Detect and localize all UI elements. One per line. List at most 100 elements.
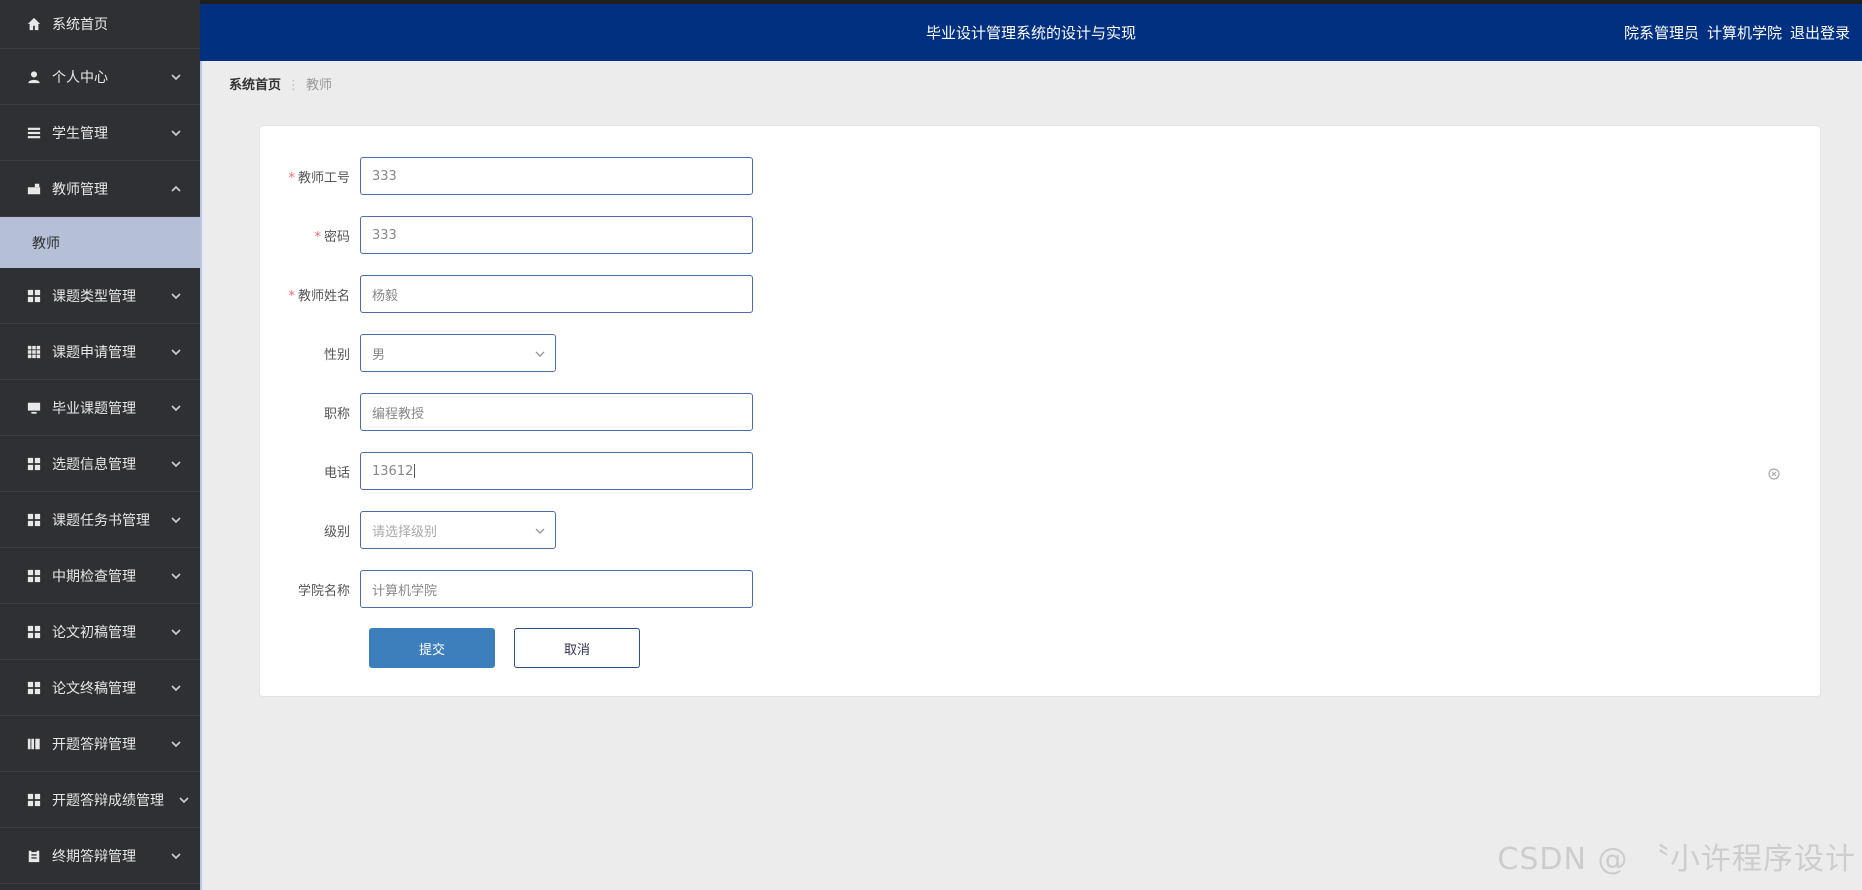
sidebar-item-label: 课题类型管理 <box>52 288 136 305</box>
level-select[interactable]: 请选择级别 <box>360 511 556 549</box>
sidebar-item-label: 学生管理 <box>52 125 108 142</box>
password-label: * 密码 <box>314 229 350 245</box>
cancel-button[interactable]: 取消 <box>514 628 640 668</box>
form-row-teacher-name: * 教师姓名 杨毅 <box>260 274 1820 314</box>
chevron-down-icon <box>170 127 182 139</box>
teacher-form-card: * 教师工号 333 * 密码 333 * 教师姓名 杨毅 性别 男 职称 编程教授 … <box>259 125 1821 697</box>
clear-icon[interactable] <box>1768 465 1780 480</box>
monitor-icon <box>26 400 42 416</box>
sidebar-item-midterm-check-management[interactable]: 中期检查管理 <box>0 548 200 604</box>
chevron-down-icon <box>535 348 545 358</box>
teacher-icon <box>26 181 42 197</box>
form-row-title: 职称 编程教授 <box>260 392 1820 432</box>
sidebar-item-home[interactable]: 系统首页 <box>0 0 200 49</box>
chevron-down-icon <box>170 682 182 694</box>
sidebar-subitem-teacher[interactable]: 教师 <box>0 217 200 268</box>
chevron-down-icon <box>170 402 182 414</box>
sidebar-item-task-book-management[interactable]: 课题任务书管理 <box>0 492 200 548</box>
form-row-gender: 性别 男 <box>260 333 1820 373</box>
level-label: 级别 <box>323 524 350 540</box>
form-row-password: * 密码 333 <box>260 215 1820 255</box>
sidebar-item-topic-type-management[interactable]: 课题类型管理 <box>0 268 200 324</box>
system-title: 毕业设计管理系统的设计与实现 <box>925 24 1136 42</box>
logout-link[interactable]: 退出登录 <box>1790 24 1850 42</box>
sidebar-item-final-draft-management[interactable]: 论文终稿管理 <box>0 660 200 716</box>
chevron-down-icon <box>170 850 182 862</box>
form-row-college: 学院名称 计算机学院 <box>260 569 1820 609</box>
sidebar-item-label: 终期答辩管理 <box>52 848 136 865</box>
sidebar-item-topic-application-management[interactable]: 课题申请管理 <box>0 324 200 380</box>
form-row-teacher-id: * 教师工号 333 <box>260 156 1820 196</box>
teacher-id-label: * 教师工号 <box>288 170 350 186</box>
book-icon <box>26 736 42 752</box>
teacher-name-input[interactable]: 杨毅 <box>360 275 753 313</box>
chevron-down-icon <box>170 514 182 526</box>
sidebar-item-label: 论文初稿管理 <box>52 624 136 641</box>
college-input[interactable]: 计算机学院 <box>360 570 753 608</box>
chevron-down-icon <box>170 458 182 470</box>
sidebar-item-label: 开题答辩成绩管理 <box>52 792 164 809</box>
sidebar-item-label: 选题信息管理 <box>52 456 136 473</box>
sidebar: 系统首页 个人中心 学生管理 教师管理 教师 课题类型管理 课题申请管理 毕业课… <box>0 0 200 890</box>
sidebar-item-label: 毕业课题管理 <box>52 400 136 417</box>
home-icon <box>26 16 42 32</box>
gender-value: 男 <box>372 347 386 363</box>
form-row-level: 级别 请选择级别 <box>260 510 1820 550</box>
sidebar-item-label: 课题申请管理 <box>52 344 136 361</box>
chevron-down-icon <box>170 738 182 750</box>
user-icon <box>26 69 42 85</box>
gender-label: 性别 <box>323 347 350 363</box>
grid-icon <box>26 288 42 304</box>
content-left-border <box>200 61 202 890</box>
phone-label: 电话 <box>323 465 350 481</box>
sidebar-item-label: 论文终稿管理 <box>52 680 136 697</box>
breadcrumb-current: 教师 <box>306 78 333 93</box>
chevron-down-icon <box>170 570 182 582</box>
top-header: 毕业设计管理系统的设计与实现 院系管理员 计算机学院 退出登录 <box>200 4 1862 61</box>
chevron-down-icon <box>170 346 182 358</box>
csdn-watermark: CSDN @ 〝小许程序设计 <box>1497 842 1856 877</box>
sidebar-item-graduation-topic-management[interactable]: 毕业课题管理 <box>0 380 200 436</box>
grid-icon <box>26 792 42 808</box>
breadcrumb: 系统首页 ⋮ 教师 <box>229 74 332 93</box>
sidebar-item-first-draft-management[interactable]: 论文初稿管理 <box>0 604 200 660</box>
user-role: 院系管理员 <box>1623 24 1699 42</box>
user-info: 院系管理员 计算机学院 退出登录 <box>1616 22 1850 43</box>
text-caret <box>414 464 416 478</box>
sidebar-item-proposal-defense-score-management[interactable]: 开题答辩成绩管理 <box>0 772 200 828</box>
level-placeholder: 请选择级别 <box>372 524 438 540</box>
title-input[interactable]: 编程教授 <box>360 393 753 431</box>
sidebar-item-label: 课题任务书管理 <box>52 512 150 529</box>
chevron-down-icon <box>178 794 190 806</box>
grid-icon <box>26 680 42 696</box>
sidebar-item-personal-center[interactable]: 个人中心 <box>0 49 200 105</box>
grid-icon <box>26 512 42 528</box>
teacher-name-label: * 教师姓名 <box>288 288 350 304</box>
grid-icon <box>26 568 42 584</box>
sidebar-item-label: 中期检查管理 <box>52 568 136 585</box>
sidebar-item-label: 个人中心 <box>52 69 108 86</box>
sidebar-item-label: 教师管理 <box>52 181 108 198</box>
breadcrumb-separator: ⋮ <box>287 78 301 93</box>
sidebar-item-student-management[interactable]: 学生管理 <box>0 105 200 161</box>
chevron-down-icon <box>170 626 182 638</box>
teacher-id-input[interactable]: 333 <box>360 157 753 195</box>
list-icon <box>26 125 42 141</box>
breadcrumb-home[interactable]: 系统首页 <box>229 78 281 93</box>
sidebar-item-label: 开题答辩管理 <box>52 736 136 753</box>
gender-select[interactable]: 男 <box>360 334 556 372</box>
grid-icon <box>26 456 42 472</box>
sidebar-item-final-defense-management[interactable]: 终期答辩管理 <box>0 828 200 884</box>
sidebar-item-proposal-defense-management[interactable]: 开题答辩管理 <box>0 716 200 772</box>
password-input[interactable]: 333 <box>360 216 753 254</box>
sidebar-item-teacher-management[interactable]: 教师管理 <box>0 161 200 217</box>
user-college: 计算机学院 <box>1706 24 1782 42</box>
phone-value: 13612 <box>372 463 414 479</box>
phone-input[interactable]: 13612 <box>360 452 753 490</box>
grid-icon <box>26 624 42 640</box>
chevron-down-icon <box>170 71 182 83</box>
sidebar-item-topic-selection-management[interactable]: 选题信息管理 <box>0 436 200 492</box>
sidebar-subitem-label: 教师 <box>32 235 60 252</box>
chevron-down-icon <box>170 290 182 302</box>
submit-button[interactable]: 提交 <box>369 628 495 668</box>
